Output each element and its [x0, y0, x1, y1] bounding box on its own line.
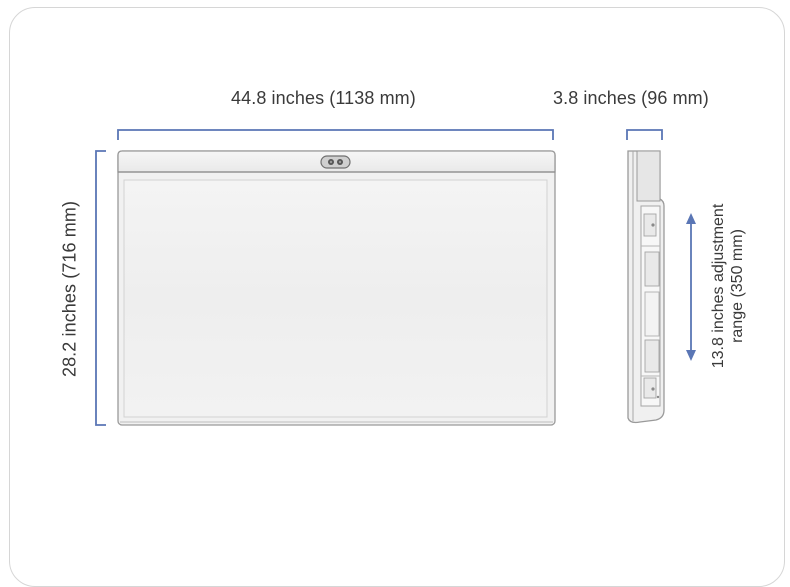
adjustment-range-label: 13.8 inches adjustment range (350 mm)	[709, 204, 747, 369]
adjustment-range-line2: range (350 mm)	[729, 229, 746, 343]
height-bracket	[95, 150, 106, 426]
double-arrow-icon	[686, 213, 696, 361]
depth-dimension-label: 3.8 inches (96 mm)	[553, 88, 709, 108]
height-dimension-label: 28.2 inches (716 mm)	[59, 200, 80, 378]
width-bracket	[117, 129, 554, 140]
adjustment-range-line1: 13.8 inches adjustment	[710, 203, 727, 369]
device-dimension-diagram	[95, 129, 696, 426]
camera-icon	[320, 155, 351, 169]
width-dimension-label: 44.8 inches (1138 mm)	[231, 88, 416, 108]
device-front-view	[117, 150, 556, 426]
depth-bracket	[626, 129, 663, 140]
device-side-view	[627, 150, 665, 424]
